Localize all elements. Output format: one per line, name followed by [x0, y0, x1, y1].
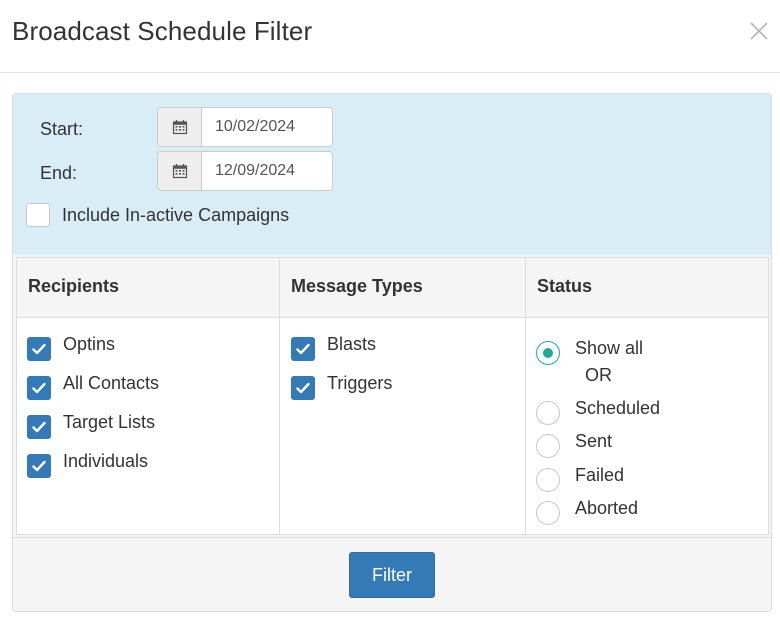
- calendar-icon[interactable]: [158, 152, 202, 190]
- individuals-label: Individuals: [63, 451, 149, 471]
- status-sent-radio[interactable]: [536, 434, 560, 458]
- include-inactive-label: Include In-active Campaigns: [62, 205, 290, 225]
- start-date-group: [157, 107, 333, 147]
- dialog-title: Broadcast Schedule Filter: [12, 16, 313, 46]
- end-label: End:: [40, 163, 78, 183]
- recipients-column: Recipients Optins All Contacts Target Li…: [17, 258, 279, 534]
- message-types-column: Message Types Blasts Triggers: [279, 258, 525, 534]
- status-failed-label: Failed: [575, 465, 625, 485]
- optins-label: Optins: [63, 334, 116, 354]
- blasts-checkbox[interactable]: [291, 337, 315, 361]
- calendar-icon[interactable]: [158, 108, 202, 146]
- status-aborted-radio[interactable]: [536, 501, 560, 525]
- status-or-separator: OR: [585, 365, 612, 385]
- include-inactive-checkbox[interactable]: [26, 203, 50, 227]
- status-aborted-label: Aborted: [575, 498, 639, 518]
- triggers-checkbox[interactable]: [291, 376, 315, 400]
- dialog-header: Broadcast Schedule Filter: [0, 0, 780, 73]
- status-show-all-radio[interactable]: [536, 341, 560, 365]
- date-range-section: Start: End:: [13, 94, 771, 255]
- recipients-header: Recipients: [17, 258, 279, 318]
- end-date-input[interactable]: [202, 152, 332, 190]
- status-scheduled-label: Scheduled: [575, 398, 661, 418]
- status-scheduled-radio[interactable]: [536, 401, 560, 425]
- all-contacts-checkbox[interactable]: [27, 376, 51, 400]
- status-sent-label: Sent: [575, 431, 613, 451]
- filter-table: Recipients Optins All Contacts Target Li…: [16, 257, 769, 535]
- message-types-header: Message Types: [280, 258, 525, 318]
- all-contacts-label: All Contacts: [63, 373, 160, 393]
- status-show-all-label: Show all: [575, 338, 644, 358]
- filter-button[interactable]: Filter: [349, 552, 435, 598]
- start-label: Start:: [40, 119, 84, 139]
- triggers-label: Triggers: [327, 373, 393, 393]
- status-failed-radio[interactable]: [536, 468, 560, 492]
- status-column: Status Show all OR Scheduled Sent Failed…: [525, 258, 768, 534]
- target-lists-label: Target Lists: [63, 412, 156, 432]
- dialog-footer: Filter: [13, 537, 771, 611]
- status-header: Status: [526, 258, 768, 318]
- end-date-group: [157, 151, 333, 191]
- close-icon[interactable]: [748, 20, 770, 42]
- filter-panel: Start: End:: [12, 93, 772, 612]
- blasts-label: Blasts: [327, 334, 377, 354]
- target-lists-checkbox[interactable]: [27, 415, 51, 439]
- individuals-checkbox[interactable]: [27, 454, 51, 478]
- start-date-input[interactable]: [202, 108, 332, 146]
- optins-checkbox[interactable]: [27, 337, 51, 361]
